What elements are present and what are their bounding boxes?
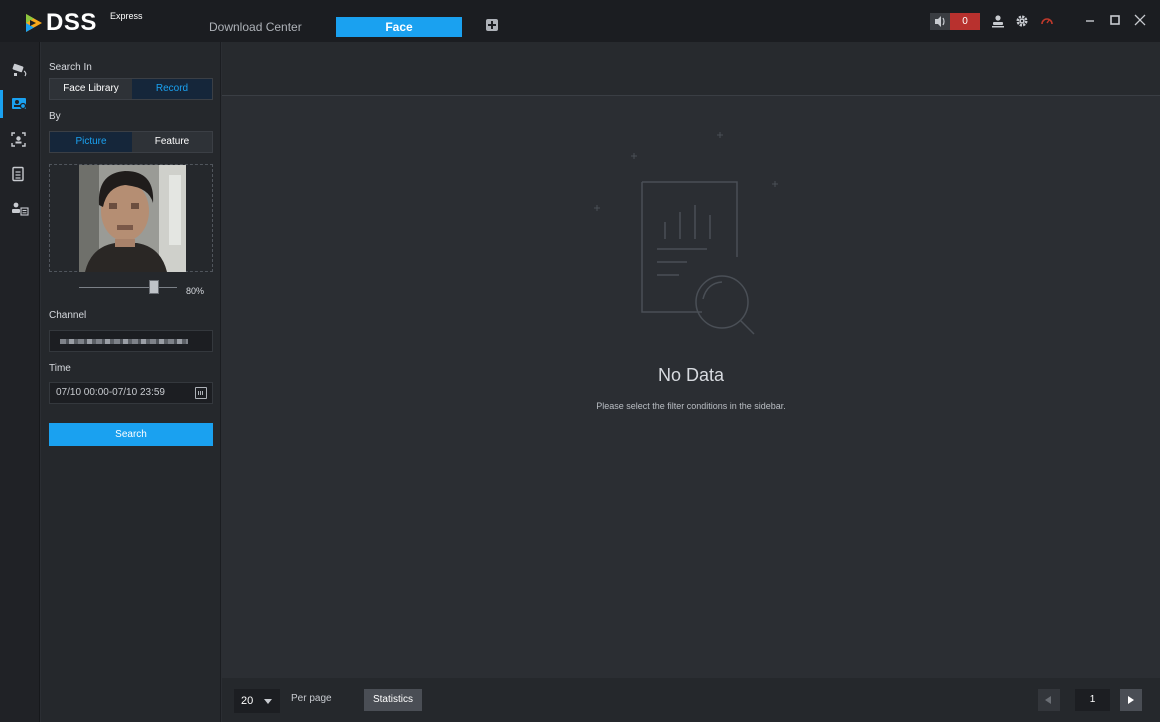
time-range-field[interactable]: 07/10 00:00-07/10 23:59 <box>49 382 213 404</box>
person-list-icon <box>12 202 29 216</box>
maximize-icon <box>1110 15 1120 25</box>
close-button[interactable] <box>1131 11 1149 29</box>
per-page-select[interactable]: 20 <box>234 689 280 713</box>
title-bar: DSS Express Download Center Face Recogni… <box>0 0 1160 54</box>
per-page-label: Per page <box>291 693 332 704</box>
time-label: Time <box>49 363 71 374</box>
similarity-slider-thumb[interactable] <box>149 280 159 294</box>
performance-gauge-icon[interactable] <box>1040 14 1054 28</box>
results-area: No Data Please select the filter conditi… <box>222 97 1160 678</box>
picture-upload-area[interactable] <box>49 164 213 272</box>
similarity-value: 80% <box>186 286 205 296</box>
channel-field[interactable] <box>49 330 213 352</box>
no-data-illustration <box>594 132 778 335</box>
per-page-value: 20 <box>241 695 254 707</box>
add-tab-icon[interactable] <box>486 19 498 31</box>
brand-edition: Express <box>110 11 143 21</box>
face-search-icon <box>12 98 27 110</box>
tab-face-recognition[interactable]: Face Recognition <box>336 17 462 54</box>
alarm-count-badge[interactable]: 0 <box>950 13 980 30</box>
record-option[interactable]: Record <box>132 79 212 99</box>
search-in-toggle: Face Library Record <box>49 78 213 100</box>
no-data-title: No Data <box>657 365 725 385</box>
channel-value-redacted <box>60 339 188 344</box>
page-number-input[interactable]: 1 <box>1075 689 1110 711</box>
dss-express-window: DSS Express Download Center Face Recogni… <box>0 0 1160 722</box>
module-rail <box>0 42 40 722</box>
rail-item-report[interactable] <box>0 160 40 188</box>
rail-item-face-search[interactable] <box>0 90 40 118</box>
by-toggle: Picture Feature <box>49 131 213 153</box>
face-detect-icon <box>11 132 26 147</box>
close-icon <box>1134 14 1146 26</box>
clipboard-icon <box>12 166 24 182</box>
similarity-slider-track[interactable] <box>79 287 177 288</box>
speaker-icon <box>935 16 945 27</box>
calendar-icon[interactable] <box>195 387 207 399</box>
previous-page-button[interactable] <box>1038 689 1060 711</box>
tab-download-center[interactable]: Download Center <box>201 17 310 37</box>
picture-option[interactable]: Picture <box>50 132 132 152</box>
user-icon[interactable] <box>991 14 1005 28</box>
search-in-label: Search In <box>49 62 92 73</box>
next-page-button[interactable] <box>1120 689 1142 711</box>
statistics-button[interactable]: Statistics <box>364 689 422 711</box>
search-button[interactable]: Search <box>49 423 213 446</box>
filter-sidebar: Search In Face Library Record By Picture… <box>41 42 221 722</box>
minimize-icon <box>1086 20 1094 22</box>
maximize-button[interactable] <box>1106 11 1124 29</box>
time-range-value: 07/10 00:00-07/10 23:59 <box>56 387 165 398</box>
results-toolbar <box>222 42 1160 96</box>
rail-item-live-view[interactable] <box>0 56 40 84</box>
channel-label: Channel <box>49 310 87 321</box>
chevron-down-icon <box>264 699 272 704</box>
rail-item-person-library[interactable] <box>0 195 40 223</box>
face-photo <box>79 165 186 272</box>
no-data-message: Please select the filter conditions in t… <box>596 401 786 411</box>
brand-name: DSS <box>46 9 97 36</box>
settings-gear-icon[interactable] <box>1015 14 1029 28</box>
dss-logo-icon <box>26 14 42 32</box>
feature-option[interactable]: Feature <box>132 132 212 152</box>
by-label: By <box>49 111 61 122</box>
camera-icon <box>12 63 27 77</box>
alarm-sound-button[interactable] <box>930 13 950 30</box>
face-library-option[interactable]: Face Library <box>50 79 132 99</box>
app-logo: DSS Express <box>24 9 174 37</box>
minimize-button[interactable] <box>1081 11 1099 29</box>
pagination-bar: 20 Per page Statistics 1 <box>222 678 1160 722</box>
rail-item-face-detection[interactable] <box>0 126 40 154</box>
